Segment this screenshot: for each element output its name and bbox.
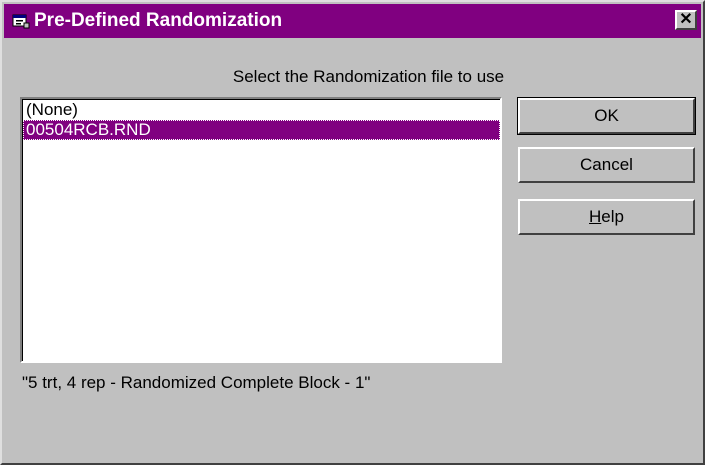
window-title: Pre-Defined Randomization bbox=[34, 10, 283, 31]
cancel-button[interactable]: Cancel bbox=[518, 147, 695, 183]
list-item-none[interactable]: (None) bbox=[23, 100, 500, 120]
app-window-icon bbox=[12, 14, 30, 29]
help-mnemonic: H bbox=[589, 207, 602, 226]
list-inner: (None) 00504RCB.RND bbox=[22, 99, 500, 361]
close-button[interactable]: ✕ bbox=[675, 10, 697, 30]
randomization-file-list[interactable]: (None) 00504RCB.RND bbox=[20, 97, 502, 363]
file-description: "5 trt, 4 rep - Randomized Complete Bloc… bbox=[22, 373, 371, 392]
dialog-window: Pre-Defined Randomization ✕ Select the R… bbox=[0, 0, 705, 465]
help-button[interactable]: Help bbox=[518, 199, 695, 235]
ok-button[interactable]: OK bbox=[517, 97, 696, 135]
close-icon: ✕ bbox=[679, 11, 693, 28]
prompt-label: Select the Randomization file to use bbox=[2, 66, 705, 88]
prompt-text: Select the Randomization file to use bbox=[232, 67, 505, 86]
title-bar[interactable]: Pre-Defined Randomization ✕ bbox=[4, 4, 701, 38]
help-label-rest: elp bbox=[601, 207, 624, 226]
list-item-00504rcb[interactable]: 00504RCB.RND bbox=[23, 120, 500, 140]
